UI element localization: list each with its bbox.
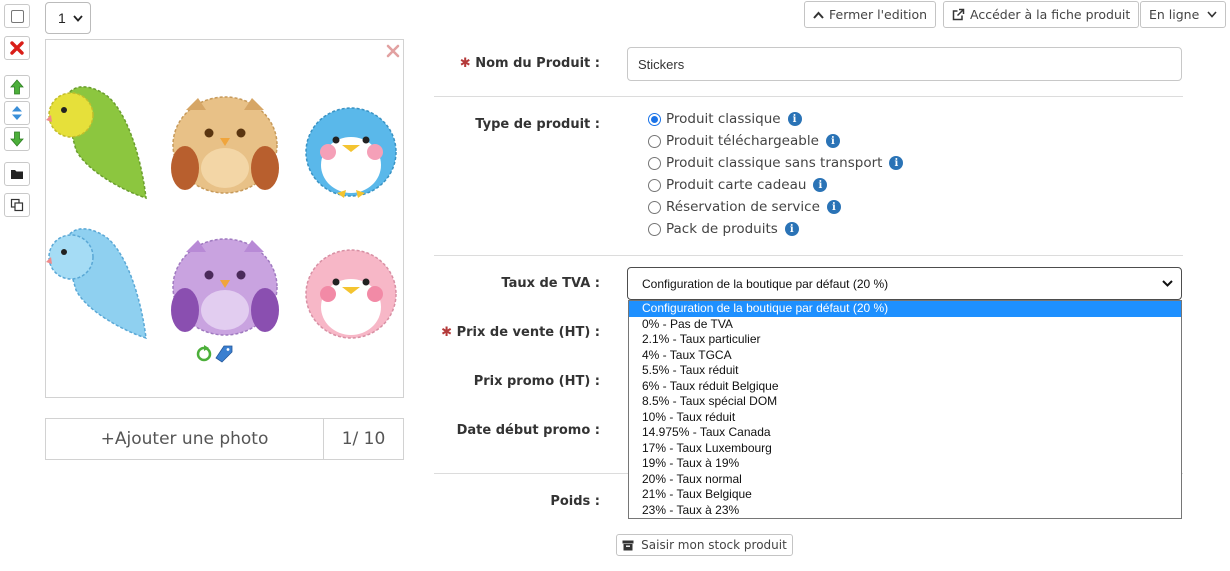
blue-parakeet-sticker — [46, 228, 147, 340]
arrow-down-icon — [10, 131, 24, 147]
tva-label: Taux de TVA : — [501, 276, 600, 291]
close-edit-button[interactable]: Fermer l'edition — [804, 1, 937, 28]
quantity-select[interactable]: 1 — [45, 2, 91, 34]
external-link-icon — [952, 8, 965, 21]
select-checkbox[interactable] — [4, 4, 30, 28]
sale-price-label-text: Prix de vente (HT) : — [456, 325, 600, 340]
chevron-down-icon — [1162, 280, 1173, 287]
tva-option[interactable]: 17% - Taux Luxembourg — [629, 441, 1181, 457]
type-option-label: Produit classique sans transport — [666, 155, 883, 171]
add-photo-button[interactable]: +Ajouter une photo — [46, 419, 324, 459]
radio-button[interactable] — [648, 156, 661, 170]
delete-button[interactable] — [4, 36, 30, 60]
chevron-up-icon — [813, 11, 824, 19]
radio-button[interactable] — [648, 178, 661, 192]
tva-option[interactable]: 19% - Taux à 19% — [629, 456, 1181, 472]
tva-option[interactable]: 21% - Taux Belgique — [629, 487, 1181, 503]
tva-option[interactable]: 5.5% - Taux réduit — [629, 363, 1181, 379]
chevron-down-icon — [73, 14, 83, 22]
radio-button[interactable] — [648, 200, 661, 214]
move-updown-button[interactable] — [4, 101, 30, 125]
info-icon[interactable]: i — [784, 222, 799, 236]
chevron-down-icon — [1207, 11, 1217, 18]
product-photo — [45, 39, 404, 398]
type-option-label: Produit téléchargeable — [666, 133, 819, 149]
sale-price-label: ✱ Prix de vente (HT) : — [441, 325, 600, 340]
tva-option[interactable]: 10% - Taux réduit — [629, 410, 1181, 426]
folder-icon — [11, 170, 23, 179]
type-option-gift-card[interactable]: Produit carte cadeau i — [648, 175, 828, 195]
type-option-label: Réservation de service — [666, 199, 820, 215]
type-option-label: Produit classique — [666, 111, 781, 127]
type-option-service-booking[interactable]: Réservation de service i — [648, 197, 841, 217]
photo-count: 1/ 10 — [341, 429, 386, 449]
tva-select-value: Configuration de la boutique par défaut … — [642, 276, 889, 291]
info-icon[interactable]: i — [813, 178, 828, 192]
tva-option[interactable]: 20% - Taux normal — [629, 472, 1181, 488]
radio-button[interactable] — [648, 222, 661, 236]
pink-penguin-sticker — [305, 249, 397, 339]
copy-icon — [10, 198, 24, 212]
move-down-button[interactable] — [4, 127, 30, 151]
tva-option[interactable]: 23% - Taux à 23% — [629, 503, 1181, 519]
status-value: En ligne — [1149, 7, 1200, 22]
type-option-label: Pack de produits — [666, 221, 778, 237]
archive-icon — [622, 540, 634, 550]
move-up-button[interactable] — [4, 75, 30, 99]
checkbox-box[interactable] — [10, 9, 24, 23]
open-product-page-button[interactable]: Accéder à la fiche produit — [943, 1, 1140, 28]
info-icon[interactable]: i — [889, 156, 904, 170]
promo-price-label: Prix promo (HT) : — [473, 374, 600, 389]
tva-option[interactable]: 6% - Taux réduit Belgique — [629, 379, 1181, 395]
required-icon: ✱ — [441, 325, 453, 340]
tva-select[interactable]: Configuration de la boutique par défaut … — [627, 267, 1182, 300]
info-icon[interactable]: i — [787, 112, 802, 126]
product-type-label: Type de produit : — [475, 117, 600, 132]
required-icon: ✱ — [459, 56, 471, 71]
radio-button[interactable] — [648, 112, 661, 126]
type-option-product-pack[interactable]: Pack de produits i — [648, 219, 799, 239]
type-option-no-shipping[interactable]: Produit classique sans transport i — [648, 153, 904, 173]
divider — [434, 255, 1183, 256]
tva-option[interactable]: 14.975% - Taux Canada — [629, 425, 1181, 441]
folder-button[interactable] — [4, 162, 30, 186]
product-name-label: ✱ Nom du Produit : — [460, 56, 600, 71]
close-edit-label: Fermer l'edition — [829, 7, 928, 22]
add-photo-bar: +Ajouter une photo 1/ 10 — [45, 418, 404, 460]
tva-option[interactable]: 0% - Pas de TVA — [629, 317, 1181, 333]
tva-option[interactable]: 2.1% - Taux particulier — [629, 332, 1181, 348]
product-name-label-text: Nom du Produit : — [475, 56, 600, 71]
info-icon[interactable]: i — [826, 200, 841, 214]
blue-penguin-sticker — [305, 107, 397, 198]
status-select[interactable]: En ligne — [1140, 1, 1226, 28]
duplicate-button[interactable] — [4, 193, 30, 217]
open-product-page-label: Accéder à la fiche produit — [970, 7, 1131, 22]
type-option-label: Produit carte cadeau — [666, 177, 807, 193]
brown-owl-sticker — [171, 96, 279, 194]
promo-start-label: Date début promo : — [456, 423, 600, 438]
info-icon[interactable]: i — [825, 134, 840, 148]
stock-button-label: Saisir mon stock produit — [641, 538, 787, 552]
weight-label: Poids : — [550, 494, 600, 509]
stickers-image — [46, 44, 400, 363]
quantity-value: 1 — [58, 10, 66, 26]
tva-option[interactable]: Configuration de la boutique par défaut … — [629, 301, 1181, 317]
tva-option[interactable]: 8.5% - Taux spécial DOM — [629, 394, 1181, 410]
stock-button[interactable]: Saisir mon stock produit — [616, 534, 793, 556]
purple-owl-sticker — [171, 238, 279, 336]
divider — [434, 96, 1183, 97]
product-name-input[interactable]: Stickers — [627, 47, 1182, 81]
tag-icon — [215, 345, 233, 363]
delete-icon — [10, 41, 24, 55]
remove-photo-icon — [386, 44, 400, 58]
tva-dropdown-list: Configuration de la boutique par défaut … — [628, 300, 1182, 519]
arrow-updown-icon — [12, 106, 22, 120]
radio-button[interactable] — [648, 134, 661, 148]
type-option-downloadable[interactable]: Produit téléchargeable i — [648, 131, 840, 151]
type-option-classic[interactable]: Produit classique i — [648, 109, 802, 129]
tva-option[interactable]: 4% - Taux TGCA — [629, 348, 1181, 364]
refresh-icon — [196, 345, 212, 362]
green-parakeet-sticker — [46, 86, 147, 200]
arrow-up-icon — [10, 79, 24, 95]
